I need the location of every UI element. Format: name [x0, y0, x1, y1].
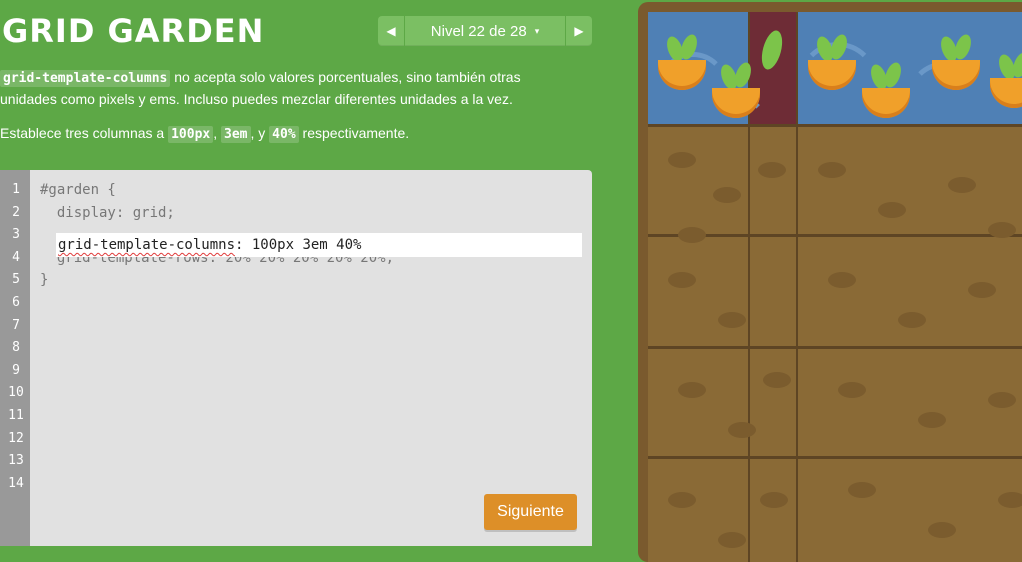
line-number: 8 [12, 340, 20, 356]
instruction-text: , [213, 125, 222, 141]
level-label: Nivel 22 de 28 [430, 22, 527, 40]
soil-spot [678, 382, 706, 398]
soil-spot [848, 482, 876, 498]
line-number: 12 [8, 430, 24, 446]
soil-spot [928, 522, 956, 538]
instruction-text: , y [250, 125, 270, 141]
line-number: 1 [12, 182, 20, 197]
chevron-down-icon: ▾ [534, 25, 540, 36]
soil-spot [918, 412, 946, 428]
soil-spot [668, 272, 696, 288]
line-number: 3 [12, 227, 20, 243]
line-number: 13 [8, 453, 24, 469]
code-snippet: 40% [269, 126, 299, 143]
level-navigation: ◀ Nivel 22 de 28 ▾ ▶ [378, 16, 592, 46]
soil-spot [678, 227, 706, 243]
page-title: GRID GARDEN [2, 12, 265, 50]
soil-spot [968, 282, 996, 298]
instruction-text: Establece tres columnas a [0, 125, 169, 141]
arrow-left-icon[interactable]: ◀ [378, 16, 405, 46]
next-button[interactable]: Siguiente [484, 494, 577, 530]
grid-line [648, 456, 1022, 459]
code-line-1: #garden { [40, 182, 116, 198]
grid-line [796, 12, 798, 562]
code-snippet: 100px [168, 126, 214, 143]
soil-spot [763, 372, 791, 388]
soil-spot [898, 312, 926, 328]
soil-spot [718, 312, 746, 328]
line-number: 7 [12, 317, 20, 333]
soil-spot [728, 422, 756, 438]
soil-spot [760, 492, 788, 508]
grid-line [648, 346, 1022, 349]
instruction-text: respectivamente. [298, 125, 410, 141]
code-line-2: display: grid; [40, 204, 175, 221]
line-number-gutter: 1 2 3 4 5 6 7 8 9 10 11 12 13 14 [0, 170, 30, 546]
line-number: 9 [12, 362, 20, 378]
soil-spot [758, 162, 786, 178]
line-number: 5 [12, 272, 20, 288]
soil-spot [713, 187, 741, 203]
arrow-right-icon[interactable]: ▶ [565, 16, 592, 46]
soil-spot [878, 202, 906, 218]
soil-spot [988, 222, 1016, 238]
soil-spot [948, 177, 976, 193]
soil-spot [988, 392, 1016, 408]
line-number: 2 [12, 204, 20, 220]
soil-spot [668, 492, 696, 508]
soil-spot [838, 382, 866, 398]
grid-line [648, 124, 1022, 127]
level-indicator[interactable]: Nivel 22 de 28 ▾ [405, 23, 565, 40]
line-number: 11 [8, 407, 24, 423]
input-value: : 100px 3em 40% [235, 237, 362, 253]
soil-spot [668, 152, 696, 168]
code-line-5: } [40, 272, 49, 289]
code-area: #garden { display: grid; grid-template-r… [40, 179, 582, 292]
instruction-paragraph-2: Establece tres columnas a 100px, 3em, y … [0, 123, 570, 145]
code-editor: 1 2 3 4 5 6 7 8 9 10 11 12 13 14 #garden { display: g… [0, 170, 592, 546]
soil-spot [998, 492, 1022, 508]
code-snippet: grid-template-columns [0, 70, 171, 87]
code-snippet: 3em [221, 126, 251, 143]
line-number: 4 [12, 249, 20, 265]
soil-spot [818, 162, 846, 178]
soil-spot [828, 272, 856, 288]
garden-board [648, 12, 1022, 562]
instructions: grid-template-columns no acepta solo val… [0, 67, 570, 145]
line-number: 10 [8, 385, 24, 401]
input-property: grid-template-columns [58, 237, 236, 253]
line-number: 14 [8, 475, 24, 491]
line-number: 6 [12, 294, 20, 310]
instruction-paragraph-1: grid-template-columns no acepta solo val… [0, 67, 570, 109]
css-input-field[interactable]: grid-template-columns: 100px 3em 40% [56, 233, 582, 257]
